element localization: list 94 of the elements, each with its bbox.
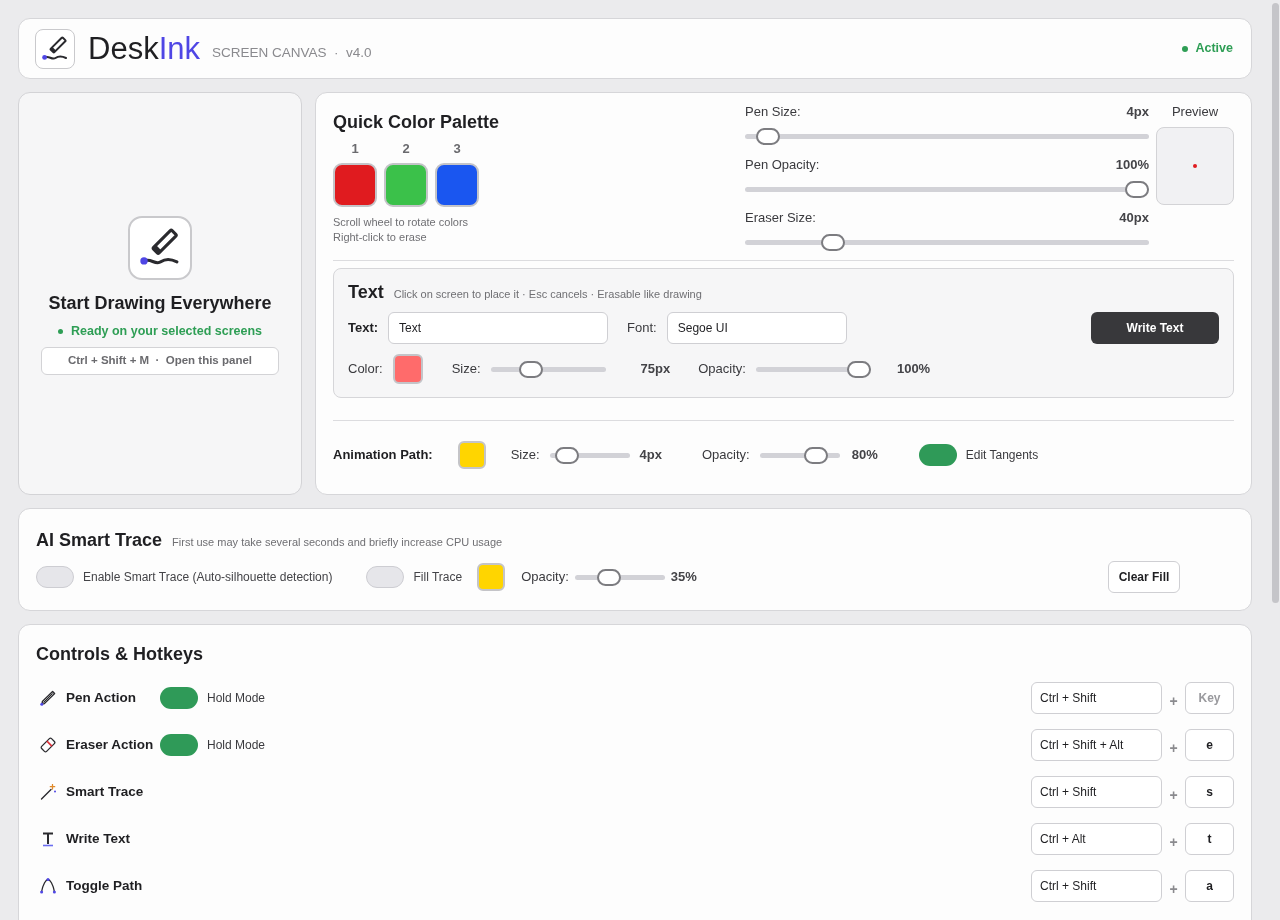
color-swatch[interactable] <box>477 563 506 591</box>
toggle-label: Edit Tangents <box>965 447 1039 464</box>
modifier-keys-field[interactable]: Ctrl + Alt <box>1031 823 1162 855</box>
slider-thumb[interactable] <box>756 127 781 145</box>
modifier-keys-field[interactable]: Ctrl + Shift <box>1031 870 1162 902</box>
plus-sign: + <box>1168 832 1179 852</box>
panel-title: Start Drawing Everywhere <box>48 292 272 315</box>
hint-text: First use may take several seconds and briefly increase CPU usage <box>172 535 503 550</box>
slider-thumb[interactable] <box>846 360 871 378</box>
toggle-switch[interactable] <box>36 566 74 588</box>
field-label: Text: <box>348 319 379 338</box>
row-label: Animation Path: <box>333 446 433 465</box>
slider-value: 40px <box>1119 209 1149 228</box>
font-input[interactable]: Segoe UI <box>666 312 847 344</box>
slider-value: 35% <box>670 568 697 587</box>
color-swatch[interactable] <box>457 441 486 469</box>
slider-value: 4px <box>639 446 662 465</box>
write-text-button[interactable]: Write Text <box>1091 312 1219 344</box>
field-label: Font: <box>627 319 657 338</box>
app-title: DeskInk <box>88 30 200 67</box>
color-swatch[interactable] <box>333 163 377 207</box>
key-field[interactable]: e <box>1185 729 1234 761</box>
app-subtitle: SCREEN CANVAS · v4.0 <box>212 43 372 62</box>
plus-sign: + <box>1168 691 1179 711</box>
slider-thumb[interactable] <box>554 446 579 464</box>
key-field[interactable]: s <box>1185 776 1234 808</box>
key-field[interactable]: Key <box>1185 682 1234 714</box>
toggle-label: Enable Smart Trace (Auto-silhouette detection) <box>83 569 333 586</box>
modifier-keys-field[interactable]: Ctrl + Shift <box>1031 776 1162 808</box>
slider-label: Pen Size: <box>745 103 801 122</box>
swatch-number: 2 <box>402 140 410 158</box>
pencil-icon <box>40 690 56 706</box>
slider-value: 100% <box>896 360 931 379</box>
shortcut-hint: Ctrl + Shift + M · Open this panel <box>41 347 279 375</box>
slider-thumb[interactable] <box>596 568 621 586</box>
slider-value: 4px <box>1126 103 1149 122</box>
app-logo-icon <box>35 28 75 69</box>
key-field[interactable]: t <box>1185 823 1234 855</box>
slider-thumb[interactable] <box>518 360 543 378</box>
action-label: Pen Action <box>66 688 136 707</box>
hint-text: Right-click to erase <box>333 230 427 245</box>
curve-path-icon <box>40 878 56 894</box>
action-label: Eraser Action <box>66 735 154 754</box>
pen-logo-icon <box>128 216 192 280</box>
clear-fill-button[interactable]: Clear Fill <box>1108 561 1180 593</box>
field-label: Color: <box>348 360 383 379</box>
toggle-switch[interactable] <box>366 566 405 588</box>
color-swatch[interactable] <box>392 354 423 384</box>
toggle-switch[interactable] <box>918 444 957 466</box>
slider-value: 100% <box>1115 156 1149 175</box>
action-label: Toggle Path <box>66 876 143 895</box>
toggle-label: Hold Mode <box>207 737 266 754</box>
magic-wand-icon <box>40 784 56 800</box>
modifier-keys-field[interactable]: Ctrl + Shift + Alt <box>1031 729 1162 761</box>
section-title: AI Smart Trace <box>36 529 163 552</box>
slider-value: 80% <box>851 446 878 465</box>
slider-label: Opacity: <box>702 446 750 465</box>
plus-sign: + <box>1168 785 1179 805</box>
slider-label: Size: <box>451 360 481 379</box>
hint-text: Click on screen to place it · Esc cancels · Erasable like drawing <box>393 287 702 302</box>
status-label: Active <box>1195 40 1233 58</box>
action-label: Smart Trace <box>66 782 144 801</box>
status-text: Ready on your selected screens <box>70 322 263 340</box>
section-title: Quick Color Palette <box>333 111 500 134</box>
slider-value: 75px <box>640 360 671 379</box>
section-title: Text <box>348 281 384 304</box>
slider-thumb[interactable] <box>821 233 845 251</box>
slider-label: Size: <box>510 446 540 465</box>
slider-label: Opacity: <box>521 568 569 587</box>
color-swatch[interactable] <box>435 163 479 207</box>
slider-label: Pen Opacity: <box>745 156 820 175</box>
preview-label: Preview <box>1171 103 1219 122</box>
hint-text: Scroll wheel to rotate colors <box>333 215 469 230</box>
modifier-keys-field[interactable]: Ctrl + Shift <box>1031 682 1162 714</box>
color-swatch[interactable] <box>384 163 428 207</box>
eraser-icon <box>40 737 56 753</box>
key-field[interactable]: a <box>1185 870 1234 902</box>
slider-label: Eraser Size: <box>745 209 816 228</box>
toggle-label: Hold Mode <box>207 690 266 707</box>
scrollbar-thumb[interactable] <box>1271 3 1279 603</box>
toggle-label: Fill Trace <box>413 569 463 586</box>
plus-sign: + <box>1168 738 1179 758</box>
text-tool-icon <box>40 831 56 847</box>
slider-thumb[interactable] <box>804 446 829 464</box>
swatch-number: 3 <box>453 140 461 158</box>
text-input[interactable]: Text <box>388 312 609 344</box>
section-title: Controls & Hotkeys <box>36 643 204 666</box>
toggle-switch[interactable] <box>160 687 198 709</box>
slider-thumb[interactable] <box>1125 180 1149 198</box>
plus-sign: + <box>1168 879 1179 899</box>
toggle-switch[interactable] <box>160 734 198 756</box>
swatch-number: 1 <box>351 140 359 158</box>
slider-label: Opacity: <box>698 360 746 379</box>
action-label: Write Text <box>66 829 130 848</box>
